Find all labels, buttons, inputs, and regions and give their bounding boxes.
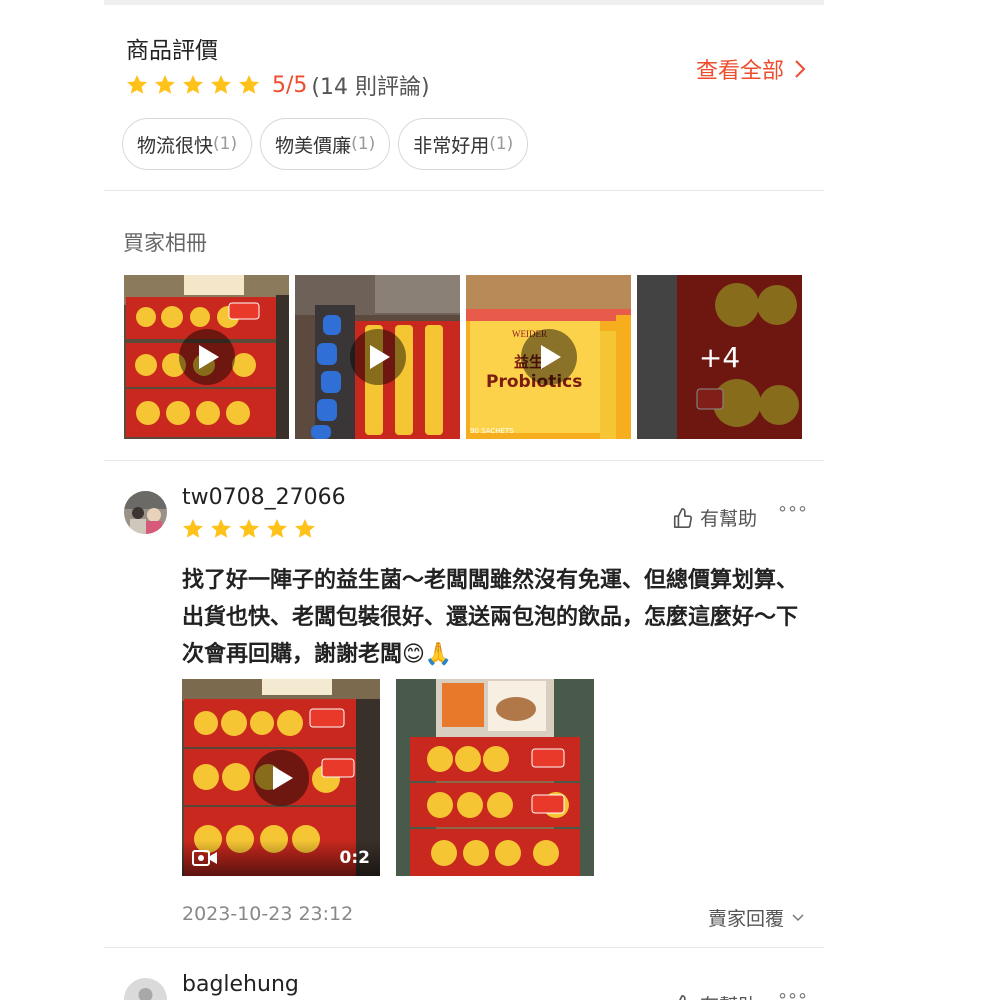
star-icon: [267, 519, 287, 538]
thumbs-up-icon: [678, 994, 686, 1000]
album-thumbnail[interactable]: [295, 275, 460, 439]
rating-count: (14 則評論): [311, 75, 430, 100]
thumbs-up-icon: [673, 507, 693, 528]
tag-label: 物流很快: [137, 134, 214, 157]
star-icon: [183, 519, 203, 538]
play-icon: [520, 329, 577, 385]
avatar[interactable]: [124, 491, 167, 534]
play-icon: [253, 749, 309, 806]
rating-summary: 5/5 (14 則評論): [124, 69, 430, 101]
album-thumbnail[interactable]: +4: [637, 275, 802, 439]
product-photo: [396, 679, 594, 876]
star-icon: [211, 75, 231, 94]
star-icon: [239, 75, 259, 94]
rating-stars: [124, 73, 264, 97]
tag-count: (1): [213, 134, 238, 154]
review-tag[interactable]: 物流很快 (1): [122, 118, 253, 170]
divider: [104, 460, 824, 461]
helpful-button[interactable]: 有幫助: [672, 991, 757, 1000]
album-thumbnail[interactable]: WEIDER 益生 Probiotics 90 SACHETS: [466, 275, 631, 439]
star-icon: [239, 519, 259, 538]
review-text: 找了好一陣子的益生菌～老闆闆雖然沒有免運、但總價算划算、出貨也快、老闆包裝很好、…: [182, 568, 799, 667]
star-icon: [127, 75, 147, 94]
divider: [104, 947, 824, 948]
helpful-label: 有幫助: [700, 508, 758, 530]
product-ratings-panel: 商品評價 5/5 (14 則評論) 查看全部 物流很快 (1) 物美價廉 (1) 非…: [104, 5, 824, 1000]
chevron-down-icon: [792, 913, 804, 921]
album-thumbnail[interactable]: [124, 275, 289, 439]
review-image[interactable]: [396, 679, 594, 876]
view-all-label: 查看全部: [695, 59, 784, 84]
review-timestamp: 2023-10-23 23:12: [182, 903, 354, 925]
seller-reply-toggle[interactable]: 賣家回覆: [708, 904, 804, 931]
tag-label: 非常好用: [413, 134, 490, 157]
divider: [104, 190, 824, 191]
review-tag[interactable]: 非常好用 (1): [398, 118, 529, 170]
review-stars: [180, 517, 320, 541]
buyer-album-title: 買家相冊: [123, 231, 207, 255]
star-icon: [211, 519, 231, 538]
helpful-label: 有幫助: [700, 991, 757, 1000]
play-icon: [178, 329, 235, 385]
reviewer-username: baglehung: [182, 972, 299, 997]
helpful-button[interactable]: 有幫助: [672, 504, 757, 531]
review-tag-list: 物流很快 (1) 物美價廉 (1) 非常好用 (1): [122, 118, 536, 170]
more-options-icon[interactable]: °°°: [778, 503, 808, 524]
more-photos-overlay: +4: [637, 275, 802, 439]
star-icon: [183, 75, 203, 94]
rating-score: 5/5: [272, 72, 308, 98]
review-media-list: 0:2: [182, 679, 610, 876]
avatar[interactable]: [124, 978, 167, 1000]
reviewer-username: tw0708_27066: [182, 485, 346, 510]
review-tag[interactable]: 物美價廉 (1): [260, 118, 391, 170]
view-all-link[interactable]: 查看全部: [696, 53, 806, 85]
video-duration: 0:2: [339, 848, 370, 868]
star-icon: [295, 519, 315, 538]
video-camera-icon: [192, 850, 217, 866]
product-footer: 90 SACHETS: [470, 427, 514, 435]
video-info-bar: 0:2: [182, 840, 380, 876]
tag-count: (1): [489, 134, 514, 154]
ratings-title: 商品評價: [126, 38, 218, 64]
chevron-right-icon: [795, 60, 806, 78]
star-icon: [155, 75, 175, 94]
seller-reply-label: 賣家回覆: [707, 908, 784, 930]
tag-count: (1): [351, 134, 376, 154]
more-options-icon[interactable]: °°°: [778, 990, 808, 1000]
tag-label: 物美價廉: [275, 134, 352, 157]
review-video[interactable]: 0:2: [182, 679, 380, 876]
buyer-album: WEIDER 益生 Probiotics 90 SACHETS +4: [124, 275, 808, 439]
play-icon: [349, 329, 406, 385]
